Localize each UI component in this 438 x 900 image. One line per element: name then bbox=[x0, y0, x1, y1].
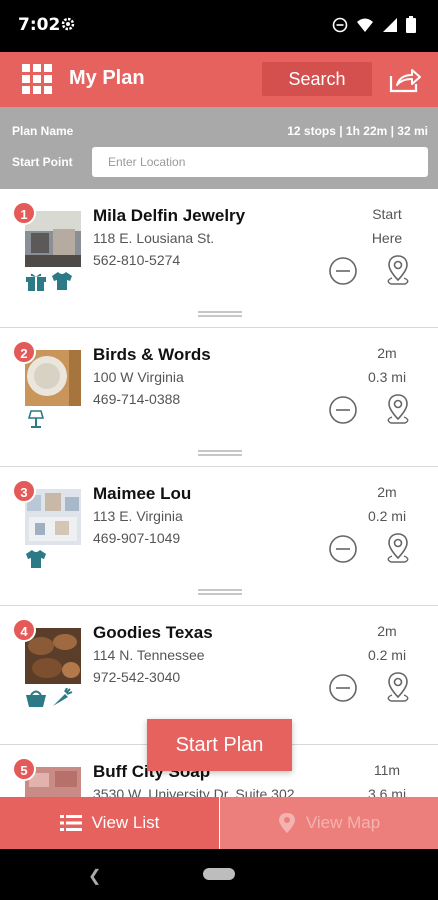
stop-distance: 0.2 mi bbox=[367, 647, 407, 663]
stop-item[interactable]: 3 Maimee Lou 113 E. Virginia 469-907-104… bbox=[0, 467, 438, 606]
stop-phone[interactable]: 469-907-1049 bbox=[93, 530, 180, 546]
tab-view-map-label: View Map bbox=[305, 813, 381, 832]
wifi-icon bbox=[357, 18, 373, 32]
stop-phone[interactable]: 562-810-5274 bbox=[93, 252, 180, 268]
stop-travel-time: 2m bbox=[377, 484, 397, 500]
basket-icon bbox=[26, 690, 46, 707]
stop-travel-time: 2m bbox=[377, 345, 397, 361]
drag-handle[interactable] bbox=[198, 311, 242, 317]
stop-category-tags bbox=[25, 410, 47, 430]
plan-info-bar: Plan Name 12 stops | 1h 22m | 32 mi Star… bbox=[0, 107, 438, 189]
stop-number-badge: 2 bbox=[12, 340, 36, 364]
stop-category-tags bbox=[25, 549, 47, 569]
bottom-tab-bar: View List View Map bbox=[0, 797, 438, 849]
map-pin-icon[interactable] bbox=[383, 254, 413, 286]
stop-travel-time: 2m bbox=[377, 623, 397, 639]
stop-number-badge: 1 bbox=[12, 201, 36, 225]
home-pill[interactable] bbox=[203, 868, 235, 880]
stop-distance: Here bbox=[371, 230, 403, 246]
map-pin-icon[interactable] bbox=[383, 671, 413, 703]
menu-grid-icon[interactable] bbox=[22, 64, 52, 94]
gift-icon bbox=[26, 273, 46, 291]
shirt-icon bbox=[26, 550, 46, 568]
stop-phone[interactable]: 972-542-3040 bbox=[93, 669, 180, 685]
stop-category-tags bbox=[25, 688, 73, 708]
search-button[interactable]: Search bbox=[262, 62, 372, 96]
remove-stop-icon[interactable] bbox=[328, 673, 358, 703]
stop-address: 113 E. Virginia bbox=[93, 508, 183, 524]
carrot-icon bbox=[53, 688, 73, 706]
stop-name[interactable]: Maimee Lou bbox=[93, 484, 191, 504]
back-chevron-icon[interactable]: ❮ bbox=[88, 866, 101, 886]
map-pin-icon[interactable] bbox=[383, 393, 413, 425]
stop-number-badge: 3 bbox=[12, 479, 36, 503]
list-icon bbox=[59, 815, 82, 831]
stop-travel-time: Start bbox=[372, 206, 402, 222]
stop-address: 100 W Virginia bbox=[93, 369, 184, 385]
stop-distance: 0.3 mi bbox=[367, 369, 407, 385]
status-icons bbox=[332, 16, 416, 33]
stop-item[interactable]: 1 Mila Delfin Jewelry 118 E. Lousiana St… bbox=[0, 189, 438, 328]
stop-distance: 0.2 mi bbox=[367, 508, 407, 524]
stop-name[interactable]: Birds & Words bbox=[93, 345, 211, 365]
map-marker-icon bbox=[278, 813, 295, 833]
drag-handle[interactable] bbox=[198, 450, 242, 456]
settings-gear-icon bbox=[61, 17, 75, 31]
stop-number-badge: 4 bbox=[12, 618, 36, 642]
battery-icon bbox=[406, 16, 416, 33]
shirt-icon bbox=[52, 272, 72, 290]
map-pin-icon[interactable] bbox=[383, 532, 413, 564]
stop-phone[interactable]: 469-714-0388 bbox=[93, 391, 180, 407]
tab-view-map[interactable]: View Map bbox=[219, 797, 438, 849]
signal-icon bbox=[383, 17, 397, 32]
page-title: My Plan bbox=[69, 67, 145, 89]
start-location-input[interactable] bbox=[92, 147, 428, 177]
stop-address: 114 N. Tennessee bbox=[93, 647, 205, 663]
remove-stop-icon[interactable] bbox=[328, 256, 358, 286]
do-not-disturb-icon bbox=[332, 17, 348, 32]
lamp-icon bbox=[27, 410, 45, 428]
stop-item[interactable]: 2 Birds & Words 100 W Virginia 469-714-0… bbox=[0, 328, 438, 467]
status-bar: 7:02 bbox=[0, 0, 438, 52]
remove-stop-icon[interactable] bbox=[328, 395, 358, 425]
plan-name-label: Plan Name bbox=[12, 124, 74, 138]
remove-stop-icon[interactable] bbox=[328, 534, 358, 564]
stop-number-badge: 5 bbox=[12, 757, 36, 781]
drag-handle[interactable] bbox=[198, 589, 242, 595]
start-point-label: Start Point bbox=[12, 155, 73, 169]
stop-name[interactable]: Goodies Texas bbox=[93, 623, 213, 643]
share-icon[interactable] bbox=[388, 64, 422, 94]
stop-category-tags bbox=[25, 271, 73, 291]
app-bar: My Plan Search bbox=[0, 52, 438, 107]
stop-travel-time: 11m bbox=[373, 762, 401, 778]
system-nav-bar: ❮ bbox=[0, 849, 438, 900]
stop-name[interactable]: Mila Delfin Jewelry bbox=[93, 206, 245, 226]
start-plan-button[interactable]: Start Plan bbox=[147, 719, 292, 771]
tab-view-list-label: View List bbox=[91, 813, 160, 832]
plan-summary: 12 stops | 1h 22m | 32 mi bbox=[287, 124, 428, 138]
stop-address: 118 E. Lousiana St. bbox=[93, 230, 215, 246]
tab-view-list[interactable]: View List bbox=[0, 797, 219, 849]
status-time: 7:02 bbox=[18, 15, 61, 35]
